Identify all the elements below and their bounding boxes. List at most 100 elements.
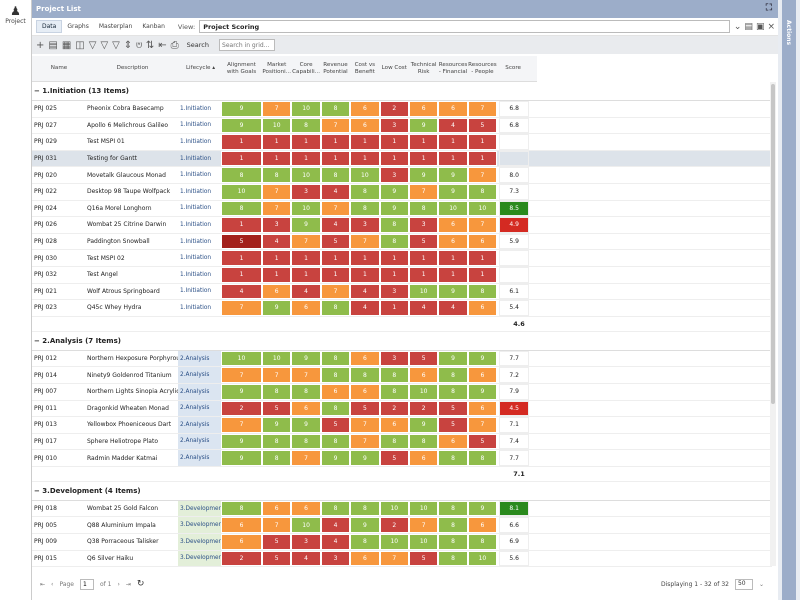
score-cell[interactable]: 7 (467, 417, 498, 433)
score-cell[interactable]: 4 (221, 283, 262, 300)
score-cell[interactable]: 9 (262, 417, 292, 433)
table-row[interactable]: PRJ 024 Q16a Morel Longhorn 1.Initiation 8 7… (32, 200, 772, 218)
score-cell[interactable]: 6 (408, 101, 439, 117)
table-row[interactable]: PRJ 032 Test Angel 1.Initiation 1 1 1 1 1 1 1 1 1 (32, 266, 772, 284)
score-cell[interactable]: 6 (438, 217, 468, 233)
table-row[interactable]: PRJ 020 Movetalk Glaucous Monad 1.Initiati… (32, 167, 772, 184)
column-header-criterion[interactable]: Alignment with Goals (221, 56, 262, 81)
score-cell[interactable]: 6 (467, 517, 498, 534)
score-cell[interactable]: 10 (262, 350, 292, 367)
tab-masterplan[interactable]: Masterplan (94, 21, 137, 32)
score-cell[interactable]: 9 (221, 433, 262, 450)
score-cell[interactable]: 8 (350, 183, 380, 200)
score-cell[interactable]: 8 (262, 167, 292, 183)
score-cell[interactable]: 5 (438, 400, 468, 417)
score-cell[interactable]: 2 (221, 550, 262, 567)
score-cell[interactable]: 6 (350, 383, 380, 400)
table-row[interactable]: PRJ 012 Northern Hexposure Porphyrous Te.… (32, 350, 772, 368)
table-row[interactable]: PRJ 014 Ninety9 Goldenrod Titanium 2.Analy… (32, 367, 772, 384)
score-cell[interactable]: 9 (291, 217, 321, 233)
score-cell[interactable]: 1 (262, 150, 292, 167)
group-header[interactable]: − 3.Development (4 Items) (32, 482, 772, 501)
table-row[interactable]: PRJ 031 Testing for Gantt 1.Initiation 1 1 1 1… (32, 150, 772, 168)
score-cell[interactable]: 8 (379, 367, 409, 383)
score-cell[interactable]: 4 (262, 233, 292, 250)
score-cell[interactable]: 6 (262, 500, 292, 517)
score-cell[interactable]: 1 (379, 150, 409, 167)
score-cell[interactable]: 2 (379, 517, 409, 534)
close-icon[interactable]: × (767, 22, 778, 32)
column-header-score[interactable]: Score (497, 56, 529, 81)
score-cell[interactable]: 6 (262, 283, 292, 300)
score-cell[interactable]: 9 (320, 450, 351, 466)
score-cell[interactable]: 1 (438, 134, 468, 150)
score-cell[interactable]: 9 (408, 167, 439, 183)
score-cell[interactable]: 2 (221, 400, 262, 417)
score-cell[interactable]: 10 (438, 200, 468, 217)
actions-label[interactable]: Actions (785, 20, 792, 45)
score-cell[interactable]: 5 (262, 400, 292, 417)
score-cell[interactable]: 6 (350, 550, 380, 567)
column-header-criterion[interactable]: Resources - Financial (438, 56, 468, 81)
score-cell[interactable]: 7 (262, 200, 292, 217)
next-page-icon[interactable]: › (117, 581, 119, 588)
score-cell[interactable]: 5 (438, 417, 468, 433)
score-cell[interactable]: 10 (467, 550, 498, 567)
score-cell[interactable]: 6 (467, 400, 498, 417)
score-cell[interactable]: 1 (320, 266, 351, 283)
score-cell[interactable]: 1 (291, 266, 321, 283)
score-cell[interactable]: 1 (291, 250, 321, 266)
score-cell[interactable]: 1 (221, 134, 262, 150)
score-cell[interactable]: 7 (291, 233, 321, 250)
table-row[interactable]: PRJ 017 Sphere Heliotrope Plato 2.Analysis… (32, 433, 772, 451)
column-header-lifecycle[interactable]: Lifecycle ▴ (178, 56, 221, 81)
score-cell[interactable]: 8 (320, 367, 351, 383)
table-row[interactable]: PRJ 015 Q6 Silver Haiku 3.Development 2 5 4 3 6… (32, 550, 772, 568)
score-cell[interactable]: 6 (320, 383, 351, 400)
filter-add-icon[interactable]: ▽ (100, 40, 108, 51)
score-cell[interactable]: 3 (320, 550, 351, 567)
tab-graphs[interactable]: Graphs (62, 21, 94, 32)
score-cell[interactable]: 5 (467, 117, 498, 134)
score-cell[interactable]: 9 (291, 350, 321, 367)
score-cell[interactable]: 1 (467, 134, 498, 150)
score-cell[interactable]: 3 (379, 283, 409, 300)
score-cell[interactable]: 9 (467, 350, 498, 367)
score-cell[interactable]: 1 (438, 250, 468, 266)
table-row[interactable]: PRJ 025 Pheonix Cobra Basecamp 1.Initiatio… (32, 101, 772, 118)
score-cell[interactable]: 9 (408, 417, 439, 433)
score-cell[interactable]: 8 (408, 200, 439, 217)
export-icon[interactable]: ⎙ (171, 40, 179, 51)
score-cell[interactable]: 4 (320, 183, 351, 200)
score-cell[interactable]: 7 (262, 183, 292, 200)
score-cell[interactable]: 1 (467, 150, 498, 167)
score-cell[interactable]: 10 (262, 117, 292, 134)
score-cell[interactable]: 8 (291, 117, 321, 134)
score-cell[interactable]: 4 (350, 283, 380, 300)
score-cell[interactable]: 7 (221, 417, 262, 433)
score-cell[interactable]: 9 (291, 417, 321, 433)
column-header-criterion[interactable]: Market Positioni... (262, 56, 291, 81)
score-cell[interactable]: 3 (408, 217, 439, 233)
score-cell[interactable]: 1 (438, 266, 468, 283)
search-input[interactable] (219, 39, 276, 51)
search-button[interactable]: Search (187, 41, 209, 49)
score-cell[interactable]: 8 (221, 200, 262, 217)
score-cell[interactable]: 7 (320, 283, 351, 300)
score-cell[interactable]: 8 (291, 433, 321, 450)
sort-icon[interactable]: ⇅ (146, 40, 154, 51)
score-cell[interactable]: 7 (350, 233, 380, 250)
score-cell[interactable]: 1 (320, 134, 351, 150)
column-header-criterion[interactable]: Low Cost (380, 56, 409, 81)
score-cell[interactable]: 5 (262, 534, 292, 550)
table-row[interactable]: PRJ 007 Northern Lights Sinopia Acrylic 2.… (32, 383, 772, 401)
score-cell[interactable]: 8 (262, 450, 292, 466)
column-header-description[interactable]: Description (84, 56, 178, 81)
column-header-name[interactable]: Name (32, 56, 84, 81)
score-cell[interactable]: 4 (291, 550, 321, 567)
score-cell[interactable]: 1 (291, 150, 321, 167)
group-icon[interactable]: ◫ (75, 40, 84, 51)
save-as-icon[interactable]: ▣ (756, 22, 768, 32)
save-view-icon[interactable]: ▤ (744, 22, 756, 32)
score-cell[interactable]: 8 (320, 433, 351, 450)
